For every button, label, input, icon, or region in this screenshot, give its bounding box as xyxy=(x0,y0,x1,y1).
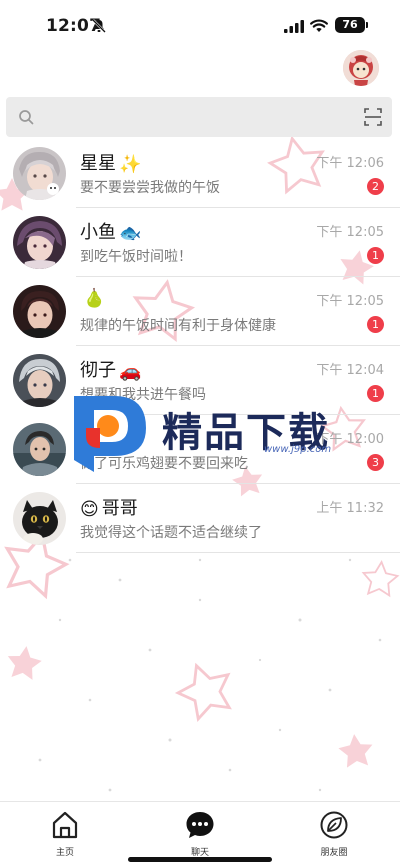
chat-time: 下午 12:05 xyxy=(316,294,384,309)
search-icon xyxy=(19,110,34,125)
chat-item-gege[interactable]: 😊 哥哥 上午 11:32 我觉得这个话题不适合继续了 xyxy=(0,484,400,553)
unread-badge: 1 xyxy=(367,316,384,333)
chat-time: 下午 12:05 xyxy=(316,225,384,240)
chat-avatar xyxy=(13,147,66,200)
chat-avatar xyxy=(13,354,66,407)
home-icon xyxy=(52,811,78,839)
tab-label: 朋友圈 xyxy=(320,848,348,858)
avatar-image xyxy=(343,50,379,86)
search-input[interactable] xyxy=(44,105,344,129)
chat-last-message: 要不要尝尝我做的午饭 xyxy=(80,180,220,196)
smiling-face-emoji: 😊 xyxy=(80,498,99,520)
scan-icon[interactable] xyxy=(364,108,382,126)
wifi-icon xyxy=(310,19,328,32)
chat-last-message: 到吃午饭时间啦！ xyxy=(80,249,192,265)
chat-name: 🍐 xyxy=(80,287,105,309)
battery-level: 76 xyxy=(342,18,358,31)
status-bar: 12:07 76 xyxy=(0,0,400,52)
bell-off-icon xyxy=(92,19,106,33)
unread-badge: 1 xyxy=(367,385,384,402)
chat-avatar xyxy=(13,216,66,269)
chat-name: 彻子 🚗 xyxy=(80,360,142,382)
chat-last-message: 规律的午饭时间有利于身体健康 xyxy=(80,318,276,334)
tab-home[interactable]: 主页 xyxy=(35,808,95,858)
car-emoji: 🚗 xyxy=(119,360,142,382)
watermark: 精品下载 www.j9p.com xyxy=(64,388,344,474)
chat-time: 下午 12:04 xyxy=(316,363,384,378)
unread-badge: 1 xyxy=(367,247,384,264)
fish-emoji: 🐟 xyxy=(119,222,142,244)
search-bar[interactable] xyxy=(6,97,392,137)
chat-time: 下午 12:06 xyxy=(316,156,384,171)
chat-item-pear[interactable]: 🍐 下午 12:05 规律的午饭时间有利于身体健康 1 xyxy=(0,277,400,346)
chat-item-xiaoyu[interactable]: 小鱼 🐟 下午 12:05 到吃午饭时间啦！ 1 xyxy=(0,208,400,277)
sparkles-emoji: ✨ xyxy=(119,153,142,175)
tab-label: 主页 xyxy=(55,848,74,858)
tab-moments[interactable]: 朋友圈 xyxy=(304,808,364,858)
battery-indicator: 76 xyxy=(335,17,368,33)
chat-avatar xyxy=(13,285,66,338)
watermark-logo-icon xyxy=(74,396,146,472)
cellular-signal-icon xyxy=(284,20,304,33)
chat-avatar xyxy=(13,423,66,476)
chat-name: 😊 哥哥 xyxy=(80,498,138,520)
watermark-url: www.j9p.com xyxy=(264,444,332,455)
chat-avatar xyxy=(13,492,66,545)
chat-icon xyxy=(186,812,214,838)
chat-list: 星星 ✨ 下午 12:06 要不要尝尝我做的午饭 2 小鱼 🐟 下午 12:05 到… xyxy=(0,139,400,553)
user-avatar[interactable] xyxy=(343,50,379,86)
divider xyxy=(76,552,400,553)
chat-name: 星星 ✨ xyxy=(80,153,142,175)
home-indicator xyxy=(128,857,272,862)
unread-badge: 3 xyxy=(367,454,384,471)
pear-emoji: 🍐 xyxy=(83,287,106,309)
tab-chat[interactable]: 聊天 xyxy=(170,808,230,858)
chat-item-xingxing[interactable]: 星星 ✨ 下午 12:06 要不要尝尝我做的午饭 2 xyxy=(0,139,400,208)
chat-name: 小鱼 🐟 xyxy=(80,222,142,244)
chat-time: 上午 11:32 xyxy=(316,501,384,516)
leaf-icon xyxy=(320,811,348,839)
unread-badge: 2 xyxy=(367,178,384,195)
chat-last-message: 我觉得这个话题不适合继续了 xyxy=(80,525,262,541)
